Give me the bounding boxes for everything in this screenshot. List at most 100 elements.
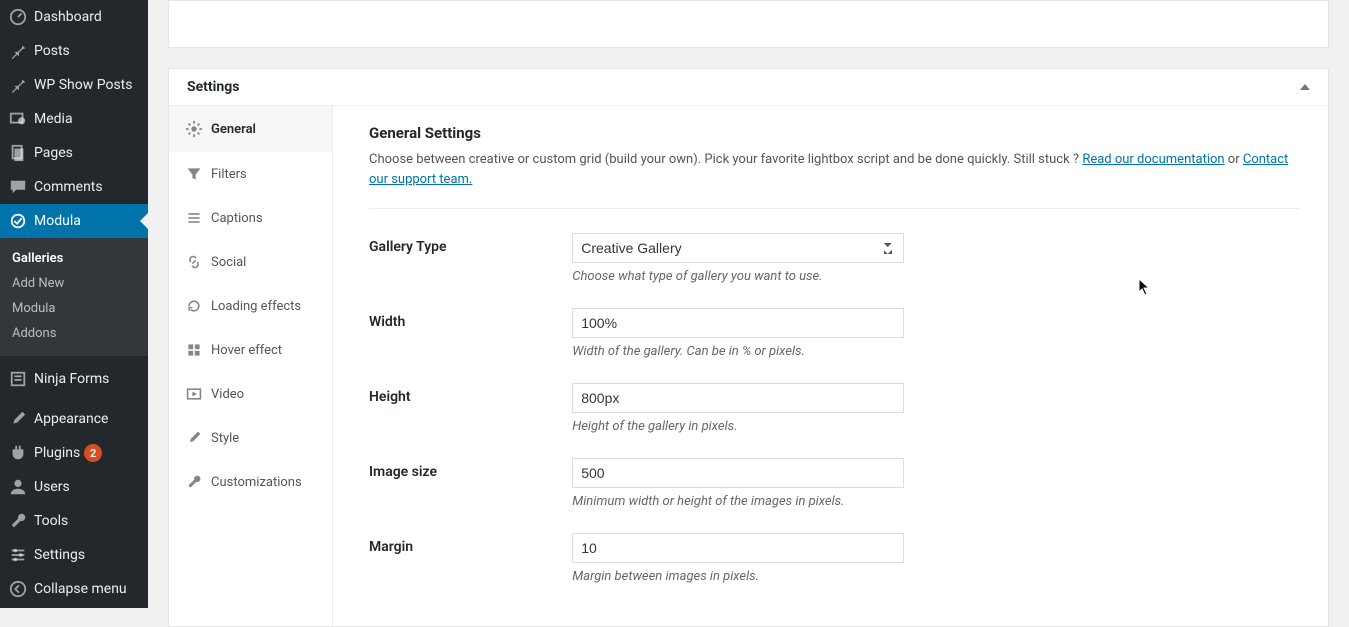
sidebar-item-comments[interactable]: Comments bbox=[0, 170, 148, 204]
sidebar-item-label: Media bbox=[34, 111, 73, 127]
settings-panel-title: Settings bbox=[187, 79, 239, 95]
tab-style[interactable]: Style bbox=[169, 416, 332, 460]
submenu-item-addons[interactable]: Addons bbox=[0, 321, 148, 346]
gallery-type-select[interactable]: Creative Gallery bbox=[572, 233, 904, 263]
content-intro: Choose between creative or custom grid (… bbox=[369, 150, 1300, 190]
field-height: Height Height of the gallery in pixels. bbox=[369, 383, 1300, 434]
sidebar-item-label: WP Show Posts bbox=[34, 77, 133, 93]
wrench-icon bbox=[183, 474, 205, 490]
sidebar-item-label: Appearance bbox=[34, 411, 108, 427]
field-hint: Height of the gallery in pixels. bbox=[572, 419, 992, 434]
submenu-item-modula[interactable]: Modula bbox=[0, 296, 148, 321]
sidebar-item-label: Posts bbox=[34, 43, 70, 59]
settings-content: General Settings Choose between creative… bbox=[333, 106, 1328, 626]
field-image-size: Image size Minimum width or height of th… bbox=[369, 458, 1300, 509]
divider bbox=[369, 208, 1300, 209]
sidebar-item-label: Tools bbox=[34, 513, 68, 529]
tab-label: Customizations bbox=[211, 475, 302, 490]
sidebar-item-wp-show-posts[interactable]: WP Show Posts bbox=[0, 68, 148, 102]
field-hint: Width of the gallery. Can be in % or pix… bbox=[572, 344, 992, 359]
main-content: Settings General Filters Captions bbox=[148, 0, 1349, 608]
brush-icon bbox=[8, 410, 28, 428]
field-hint: Minimum width or height of the images in… bbox=[572, 494, 992, 509]
settings-panel: Settings General Filters Captions bbox=[168, 68, 1329, 627]
sidebar-item-plugins[interactable]: Plugins 2 bbox=[0, 436, 148, 470]
top-empty-card bbox=[168, 0, 1329, 48]
tab-label: Captions bbox=[211, 211, 263, 226]
list-icon bbox=[183, 210, 205, 226]
sidebar-item-label: Collapse menu bbox=[34, 581, 127, 597]
tab-label: General bbox=[211, 122, 256, 137]
tab-label: Loading effects bbox=[211, 299, 301, 314]
sidebar-item-label: Plugins bbox=[34, 445, 80, 461]
settings-panel-header[interactable]: Settings bbox=[169, 69, 1328, 106]
plugin-icon bbox=[8, 444, 28, 462]
collapse-triangle-icon[interactable] bbox=[1300, 84, 1310, 90]
pin-icon bbox=[8, 76, 28, 94]
tab-captions[interactable]: Captions bbox=[169, 196, 332, 240]
submenu-item-galleries[interactable]: Galleries bbox=[0, 246, 148, 271]
tab-video[interactable]: Video bbox=[169, 372, 332, 416]
tab-label: Hover effect bbox=[211, 343, 282, 358]
sidebar-item-label: Modula bbox=[34, 213, 81, 229]
sidebar-item-collapse[interactable]: Collapse menu bbox=[0, 572, 148, 606]
field-margin: Margin Margin between images in pixels. bbox=[369, 533, 1300, 584]
modula-icon bbox=[8, 212, 28, 230]
field-label: Height bbox=[369, 383, 569, 405]
user-icon bbox=[8, 478, 28, 496]
tab-label: Style bbox=[211, 431, 239, 446]
sidebar-item-label: Comments bbox=[34, 179, 103, 195]
tab-general[interactable]: General bbox=[169, 106, 332, 152]
media-icon bbox=[8, 110, 28, 128]
sidebar-item-label: Pages bbox=[34, 145, 73, 161]
height-input[interactable] bbox=[572, 383, 904, 413]
sidebar-item-appearance[interactable]: Appearance bbox=[0, 402, 148, 436]
form-icon bbox=[8, 370, 28, 388]
page-icon bbox=[8, 144, 28, 162]
wp-admin-sidebar: Dashboard Posts WP Show Posts Media Page… bbox=[0, 0, 148, 608]
sidebar-item-users[interactable]: Users bbox=[0, 470, 148, 504]
reload-icon bbox=[183, 298, 205, 314]
filter-icon bbox=[183, 166, 205, 182]
field-gallery-type: Gallery Type Creative Gallery Choose wha… bbox=[369, 233, 1300, 284]
sidebar-item-dashboard[interactable]: Dashboard bbox=[0, 0, 148, 34]
sidebar-item-tools[interactable]: Tools bbox=[0, 504, 148, 538]
sliders-icon bbox=[8, 546, 28, 564]
tab-hover-effect[interactable]: Hover effect bbox=[169, 328, 332, 372]
width-input[interactable] bbox=[572, 308, 904, 338]
content-heading: General Settings bbox=[369, 124, 1300, 142]
plugins-badge: 2 bbox=[84, 444, 102, 462]
tab-loading-effects[interactable]: Loading effects bbox=[169, 284, 332, 328]
sidebar-item-label: Dashboard bbox=[34, 9, 102, 25]
sidebar-item-settings[interactable]: Settings bbox=[0, 538, 148, 572]
margin-input[interactable] bbox=[572, 533, 904, 563]
collapse-icon bbox=[8, 580, 28, 598]
field-label: Width bbox=[369, 308, 569, 330]
dashboard-icon bbox=[8, 8, 28, 26]
tab-social[interactable]: Social bbox=[169, 240, 332, 284]
field-label: Gallery Type bbox=[369, 233, 569, 255]
link-docs[interactable]: Read our documentation bbox=[1082, 152, 1224, 167]
sidebar-submenu-modula: Galleries Add New Modula Addons bbox=[0, 238, 148, 356]
sidebar-item-ninja-forms[interactable]: Ninja Forms bbox=[0, 362, 148, 396]
sidebar-item-pages[interactable]: Pages bbox=[0, 136, 148, 170]
play-icon bbox=[183, 386, 205, 402]
image-size-input[interactable] bbox=[572, 458, 904, 488]
comment-icon bbox=[8, 178, 28, 196]
sidebar-item-media[interactable]: Media bbox=[0, 102, 148, 136]
submenu-item-add-new[interactable]: Add New bbox=[0, 271, 148, 296]
gear-icon bbox=[183, 120, 205, 138]
grid-icon bbox=[183, 342, 205, 358]
field-hint: Choose what type of gallery you want to … bbox=[572, 269, 992, 284]
sidebar-item-modula[interactable]: Modula bbox=[0, 204, 148, 238]
tab-filters[interactable]: Filters bbox=[169, 152, 332, 196]
tab-label: Social bbox=[211, 255, 246, 270]
wrench-icon bbox=[8, 512, 28, 530]
pin-icon bbox=[8, 42, 28, 60]
sidebar-item-posts[interactable]: Posts bbox=[0, 34, 148, 68]
tab-label: Filters bbox=[211, 167, 247, 182]
sidebar-item-label: Settings bbox=[34, 547, 85, 563]
sidebar-item-label: Users bbox=[34, 479, 70, 495]
link-icon bbox=[183, 254, 205, 270]
tab-customizations[interactable]: Customizations bbox=[169, 460, 332, 504]
